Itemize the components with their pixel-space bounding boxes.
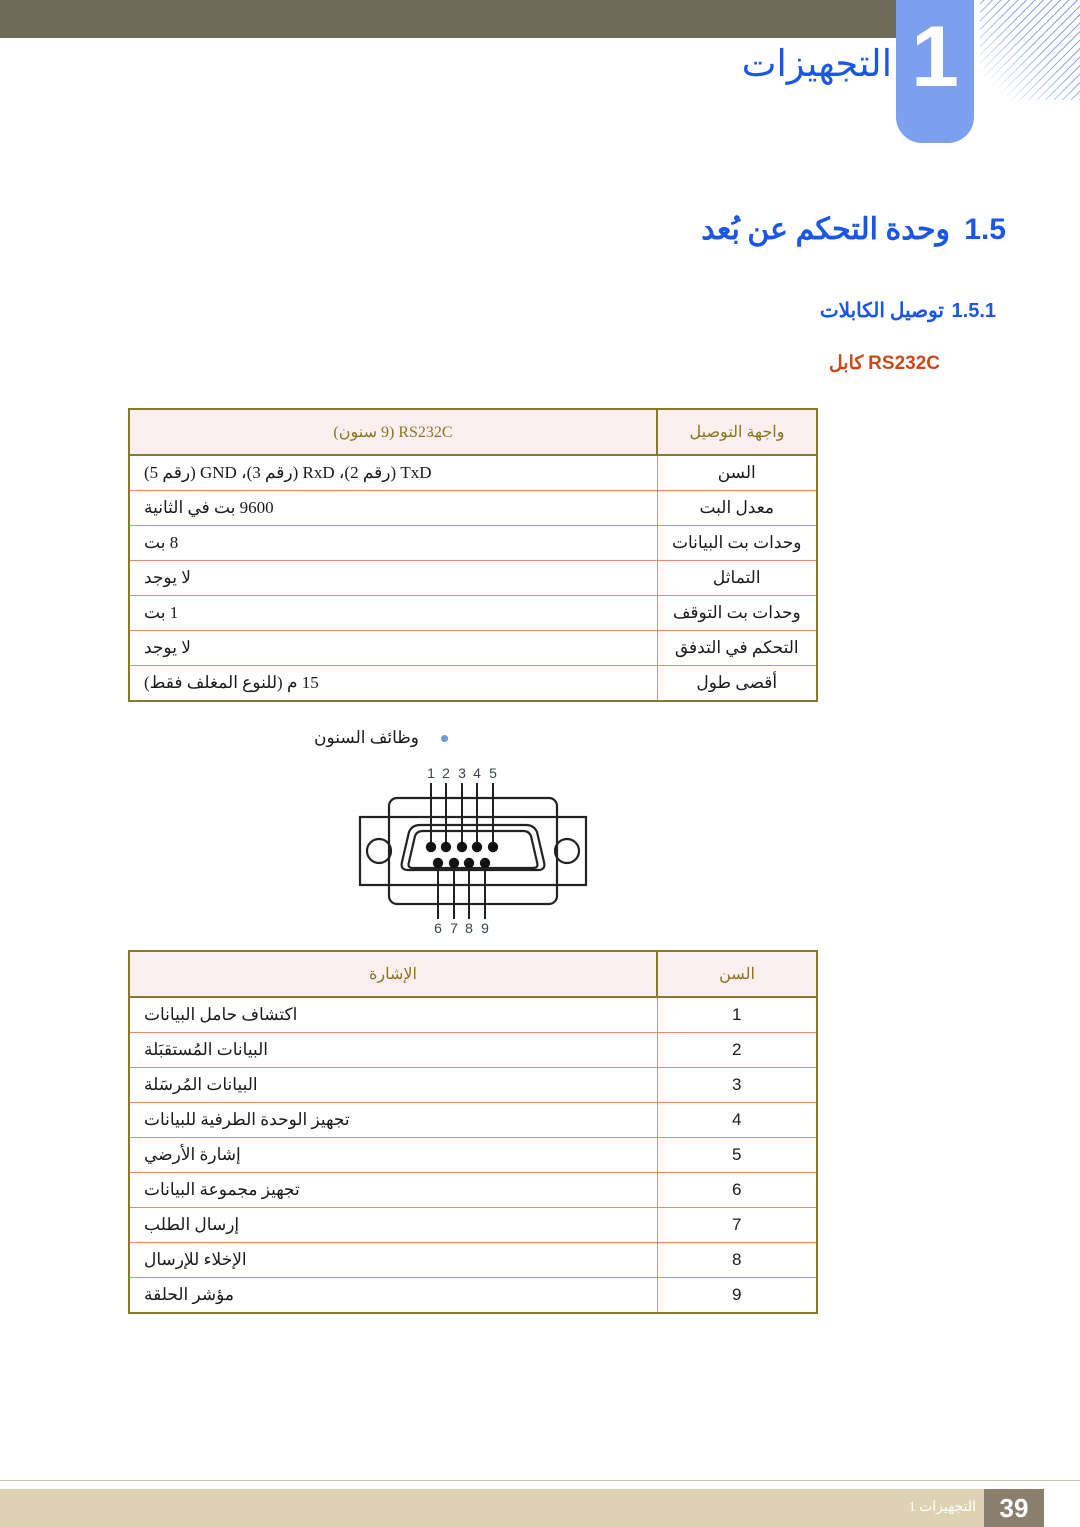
pin-functions-label: وظائف السنون [314,728,419,747]
spec-row-value: 1 بت [129,595,657,631]
pin-functions-bullet: وظائف السنون [128,728,818,748]
spec-row-label: أقصى طول [656,665,817,701]
table-row: 7 إرسال الطلب [129,1207,817,1243]
pin-row-signal: تجهيز مجموعة البيانات [129,1172,657,1208]
table-row: التماثل لا يوجد [129,560,817,596]
pin-row-number: 9 [656,1277,817,1313]
connector-pin-label: 8 [465,920,473,936]
pin-row-signal: الإخلاء للإرسال [129,1242,657,1278]
table-row: 1 اكتشاف حامل البيانات [129,997,817,1033]
footer-bar [0,1489,984,1527]
top-banner-bar [0,0,896,38]
connector-pin-label: 6 [434,920,442,936]
table-row: وحدات بت البيانات 8 بت [129,525,817,561]
pin-row-number: 5 [656,1137,817,1173]
footer-divider [0,1480,1080,1481]
cable-type-heading: RS232C كابل [829,352,940,375]
table-row: 2 البيانات المُستقبَلة [129,1032,817,1068]
pin-row-signal: إشارة الأرضي [129,1137,657,1173]
table-row: 3 البيانات المُرسَلة [129,1067,817,1103]
spec-header-interface: واجهة التوصيل [656,409,817,456]
pin-table-head: السن الإشارة [129,951,817,998]
connector-pin-label: 4 [473,765,481,781]
spec-row-value: 15 م (للنوع المغلف فقط) [129,665,657,701]
decorative-stripes [980,0,1080,100]
table-row: 6 تجهيز مجموعة البيانات [129,1172,817,1208]
pin-row-signal: تجهيز الوحدة الطرفية للبيانات [129,1102,657,1138]
cable-type-name: RS232C [868,353,940,374]
pin-header-pin: السن [656,951,817,998]
table-row: أقصى طول 15 م (للنوع المغلف فقط) [129,665,817,701]
subsection-number: 1.5.1 [951,300,996,322]
page-number: 39 [984,1489,1044,1527]
pin-row-signal: البيانات المُرسَلة [129,1067,657,1103]
table-row: وحدات بت التوقف 1 بت [129,595,817,631]
spec-row-value: 9600 بت في الثانية [129,490,657,526]
spec-row-value: لا يوجد [129,560,657,596]
connector-pin-label: 2 [442,765,450,781]
spec-row-value: لا يوجد [129,630,657,666]
spec-row-label: التماثل [656,560,817,596]
connector-pin-label: 5 [489,765,497,781]
rs232c-spec-table: واجهة التوصيل RS232C (9 سنون) السن TxD (ر… [128,408,818,702]
spec-row-value: TxD (رقم 2)، RxD (رقم 3)، GND (رقم 5) [144,463,432,482]
spec-row-label: معدل البت [656,490,817,526]
spec-row-value: 8 بت [129,525,657,561]
pin-assignment-table: السن الإشارة 1 اكتشاف حامل البيانات 2 البيا… [128,950,818,1314]
table-row: 9 مؤشر الحلقة [129,1277,817,1313]
pin-row-signal: مؤشر الحلقة [129,1277,657,1313]
section-heading-1-5: 1.5 وحدة التحكم عن بُعد [40,212,1040,247]
pin-row-number: 8 [656,1242,817,1278]
pin-row-signal: البيانات المُستقبَلة [129,1032,657,1068]
chapter-title: التجهيزات [741,44,892,85]
cable-word-label: كابل [828,353,864,374]
pin-row-number: 2 [656,1032,817,1068]
table-row: 5 إشارة الأرضي [129,1137,817,1173]
connector-pin-label: 3 [458,765,466,781]
pin-row-signal: اكتشاف حامل البيانات [144,1005,298,1024]
table-row: معدل البت 9600 بت في الثانية [129,490,817,526]
d-sub-9-pin-connector-icon: 12345 6789 [358,765,588,936]
spec-table-head: واجهة التوصيل RS232C (9 سنون) [129,409,817,456]
spec-row-label: السن [656,455,817,491]
section-title: وحدة التحكم عن بُعد [701,213,950,246]
connector-diagram-container: 12345 6789 [128,762,818,940]
spec-row-label: وحدات بت البيانات [656,525,817,561]
pin-row-number: 6 [656,1172,817,1208]
pin-header-signal: الإشارة [129,951,657,998]
connector-pin-label: 7 [450,920,458,936]
table-row: السن TxD (رقم 2)، RxD (رقم 3)، GND (رقم 5… [129,455,817,491]
pin-row-number: 3 [656,1067,817,1103]
footer-chapter-label: التجهيزات 1 [908,1500,976,1515]
table-header-row: واجهة التوصيل RS232C (9 سنون) [129,409,817,456]
bullet-dot-icon [441,734,448,742]
pin-row-number: 7 [656,1207,817,1243]
pin-row-number: 4 [656,1102,817,1138]
section-number: 1.5 [964,213,1006,246]
subsection-title: توصيل الكابلات [819,300,944,322]
chapter-number: 1 [911,9,959,105]
chapter-tab: 1 [896,0,974,143]
subsection-heading-1-5-1: 1.5.1 توصيل الكابلات [40,298,1040,323]
spec-table-body: السن TxD (رقم 2)، RxD (رقم 3)، GND (رقم 5… [129,455,817,701]
connector-pin-label: 9 [481,920,489,936]
table-row: التحكم في التدفق لا يوجد [129,630,817,666]
table-header-row: السن الإشارة [129,951,817,998]
spec-header-value: RS232C (9 سنون) [129,409,657,456]
pin-row-number: 1 [656,997,817,1033]
spec-row-label: التحكم في التدفق [656,630,817,666]
table-row: 4 تجهيز الوحدة الطرفية للبيانات [129,1102,817,1138]
connector-pin-label: 1 [427,765,435,781]
table-row: 8 الإخلاء للإرسال [129,1242,817,1278]
spec-row-label: وحدات بت التوقف [656,595,817,631]
pin-table-body: 1 اكتشاف حامل البيانات 2 البيانات المُستقبَ… [129,997,817,1313]
pin-row-signal: إرسال الطلب [129,1207,657,1243]
